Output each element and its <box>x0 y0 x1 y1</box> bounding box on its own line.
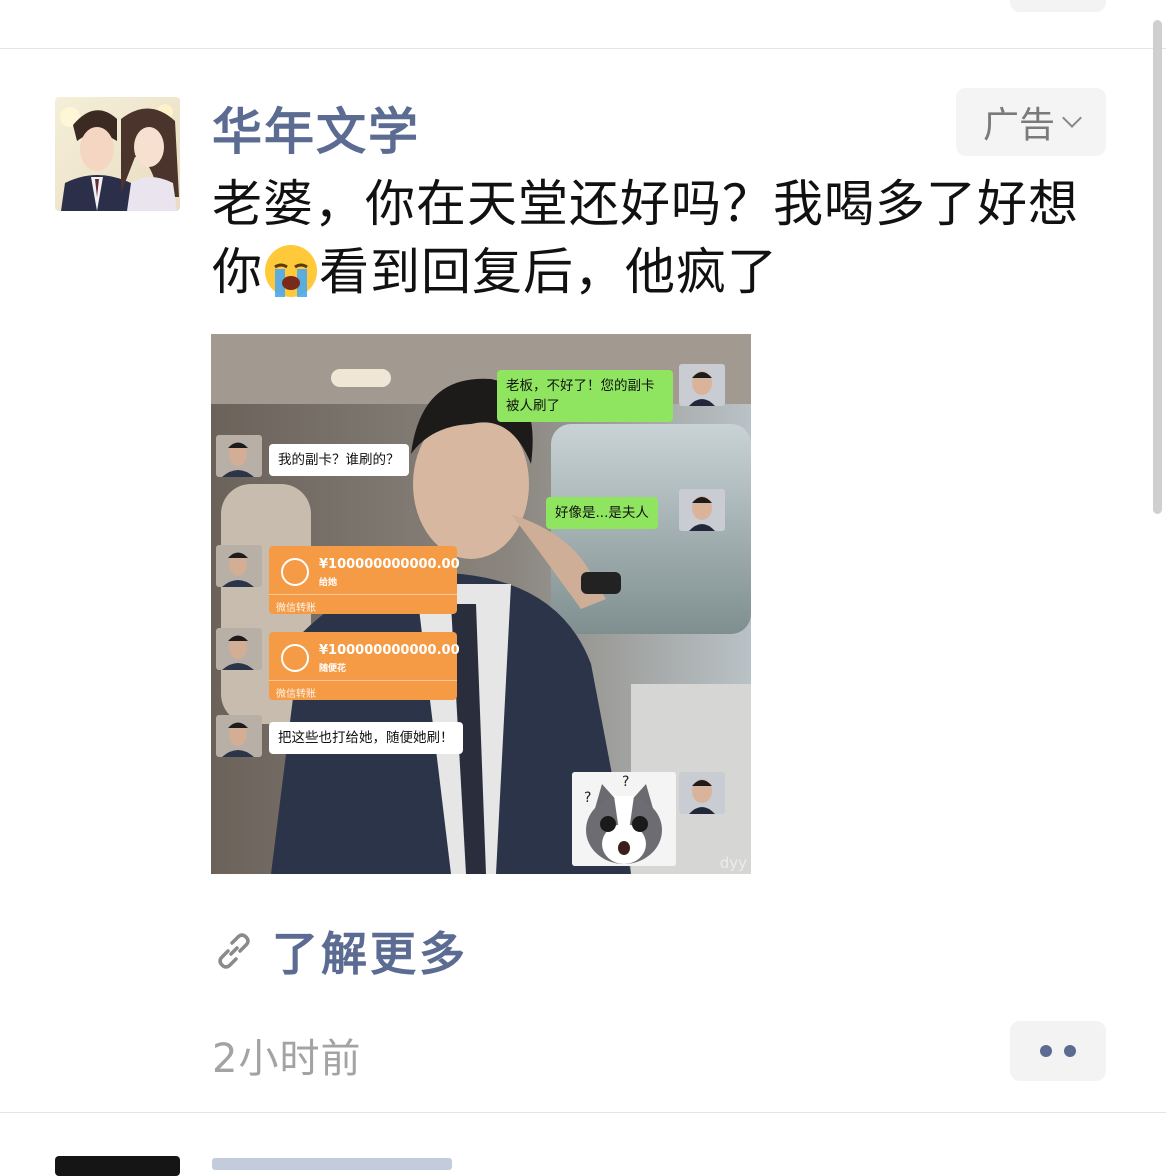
transfer-divider <box>269 680 457 681</box>
contact-avatar <box>216 628 262 670</box>
image-watermark: dyy <box>719 854 747 872</box>
author-avatar[interactable] <box>55 97 180 211</box>
transfer-arrows-icon <box>281 558 309 586</box>
transfer-note: 随便花 <box>319 664 347 674</box>
contact-avatar <box>679 489 725 531</box>
more-dots-icon <box>1040 1045 1052 1057</box>
chat-bubble-3: 好像是...是夫人 <box>546 497 658 529</box>
ad-label: 广告 <box>982 105 1055 146</box>
post-divider <box>0 1112 1166 1113</box>
more-actions-button[interactable] <box>1010 1021 1106 1081</box>
contact-avatar <box>216 545 262 587</box>
scrollbar[interactable] <box>1153 20 1162 514</box>
next-post-avatar[interactable] <box>55 1156 180 1176</box>
chat-bubble-1: 老板，不好了！您的副卡被人刷了 <box>497 370 673 422</box>
next-post-author[interactable] <box>212 1158 452 1170</box>
transfer-amount: ¥100000000000.00 <box>319 643 460 658</box>
loudly-crying-face-emoji <box>263 243 319 299</box>
svg-text:?: ? <box>622 774 629 790</box>
learn-more-label: 了解更多 <box>272 927 468 981</box>
more-dots-icon <box>1064 1045 1076 1057</box>
cat-sticker: ? ? <box>572 772 676 866</box>
post-text-part-2: 看到回复后，他疯了 <box>319 243 778 301</box>
transfer-arrows-icon <box>281 644 309 672</box>
previous-post-strip <box>0 0 1166 49</box>
author-name[interactable]: 华年文学 <box>212 92 420 164</box>
previous-more-button[interactable] <box>1010 0 1106 12</box>
link-icon <box>218 933 250 969</box>
transfer-card-1: ¥100000000000.00 给她 微信转账 <box>269 546 460 614</box>
post-timestamp: 2小时前 <box>212 1036 362 1082</box>
contact-avatar <box>216 435 262 477</box>
post-image[interactable]: 老板，不好了！您的副卡被人刷了 我的副卡？谁刷的？ 好像是...是夫人 ¥100… <box>211 334 751 874</box>
contact-avatar <box>216 715 262 757</box>
contact-avatar <box>679 364 725 406</box>
transfer-amount: ¥100000000000.00 <box>319 557 460 572</box>
transfer-note: 给她 <box>319 578 338 588</box>
post-text: 老婆，你在天堂还好吗？我喝多了好想你 看到回复后，他疯了 <box>212 170 1112 306</box>
svg-text:?: ? <box>584 790 591 806</box>
chevron-down-icon <box>1062 108 1082 128</box>
chat-bubble-2: 我的副卡？谁刷的？ <box>269 444 409 476</box>
transfer-footer: 微信转账 <box>276 689 316 700</box>
ad-label-button[interactable]: 广告 <box>956 88 1106 156</box>
chat-bubble-4: 把这些也打给她，随便她刷！ <box>269 722 463 754</box>
contact-avatar <box>679 772 725 814</box>
transfer-divider <box>269 594 457 595</box>
transfer-footer: 微信转账 <box>276 603 316 614</box>
learn-more-link[interactable]: 了解更多 <box>214 918 468 984</box>
transfer-card-2: ¥100000000000.00 随便花 微信转账 <box>269 632 460 700</box>
